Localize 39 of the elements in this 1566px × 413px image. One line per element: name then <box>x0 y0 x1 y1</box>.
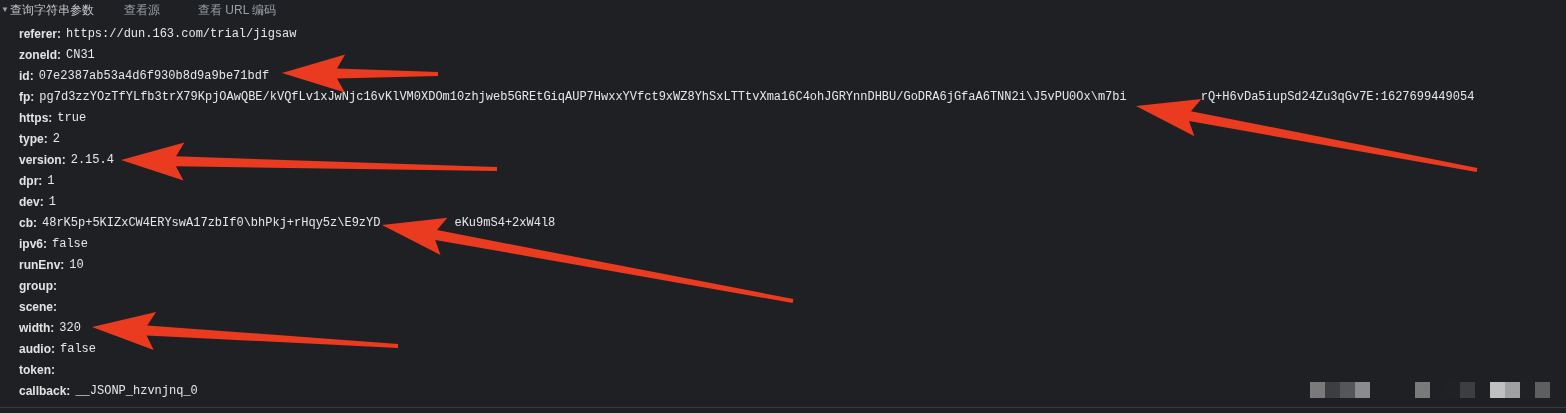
view-toggle-link[interactable]: 查看源 <box>124 1 160 19</box>
param-name: group: <box>19 277 57 295</box>
param-value: 1 <box>48 193 56 211</box>
param-value: eKu9mS4+2xW4l8 <box>454 214 556 232</box>
param-name: dev: <box>19 193 44 211</box>
param-value: rQ+H6vDa5iupSd24Zu3qGv7E:1627699449054 <box>1200 88 1475 106</box>
param-value: __JSONP_hzvnjnq_0 <box>75 382 198 400</box>
param-name: token: <box>19 361 55 379</box>
param-name: audio: <box>19 340 55 358</box>
param-name: width: <box>19 319 55 337</box>
param-value: false <box>52 235 89 253</box>
param-name: dpr: <box>19 172 43 190</box>
param-name: ipv6: <box>19 235 47 253</box>
view-toggle-link[interactable]: 查看 URL 编码 <box>198 1 277 19</box>
param-name: version: <box>19 151 66 169</box>
param-name: https: <box>19 109 53 127</box>
param-value: 2.15.4 <box>70 151 114 169</box>
param-name: callback: <box>19 382 71 400</box>
param-name: id: <box>19 67 34 85</box>
param-value: pg7d3zzYOzTfYLfb3trX79KpjOAwQBE/kVQfLv1xJwNjc16vKlVM0XDOm10zhjweb5GREtGiqAUP7HwxxYVfct9xWZ8YhSxLTTtvXma16C4ohJGRYnnDHBU/GoDRA6jGfaA6TNN2i\J5vPU0Ox\m7bi <box>39 88 1127 106</box>
param-value: 1 <box>47 172 55 190</box>
param-value: 320 <box>59 319 81 337</box>
param-name: fp: <box>19 88 35 106</box>
section-title: 查询字符串参数 <box>10 2 94 19</box>
param-value: 10 <box>69 256 84 274</box>
param-name: type: <box>19 130 48 148</box>
param-value: CN31 <box>66 46 95 64</box>
param-name: zoneId: <box>19 46 61 64</box>
param-value: 07e2387ab53a4d6f930b8d9a9be71bdf <box>38 67 270 85</box>
param-name: referer: <box>19 25 62 43</box>
param-value: false <box>60 340 96 358</box>
param-value: 2 <box>52 130 60 148</box>
param-value: https://dun.163.com/trial/jigsaw <box>66 25 297 43</box>
param-name: scene: <box>19 298 58 316</box>
collapse-toggle[interactable]: ▼ <box>0 4 10 16</box>
param-value: true <box>57 109 87 127</box>
param-value: 48rK5p+5KIZxCW4ERYswA17zbIf0\bhPkj+rHqy5z\E9zYD <box>42 214 381 232</box>
param-name: cb: <box>19 214 37 232</box>
param-name: runEnv: <box>19 256 65 274</box>
